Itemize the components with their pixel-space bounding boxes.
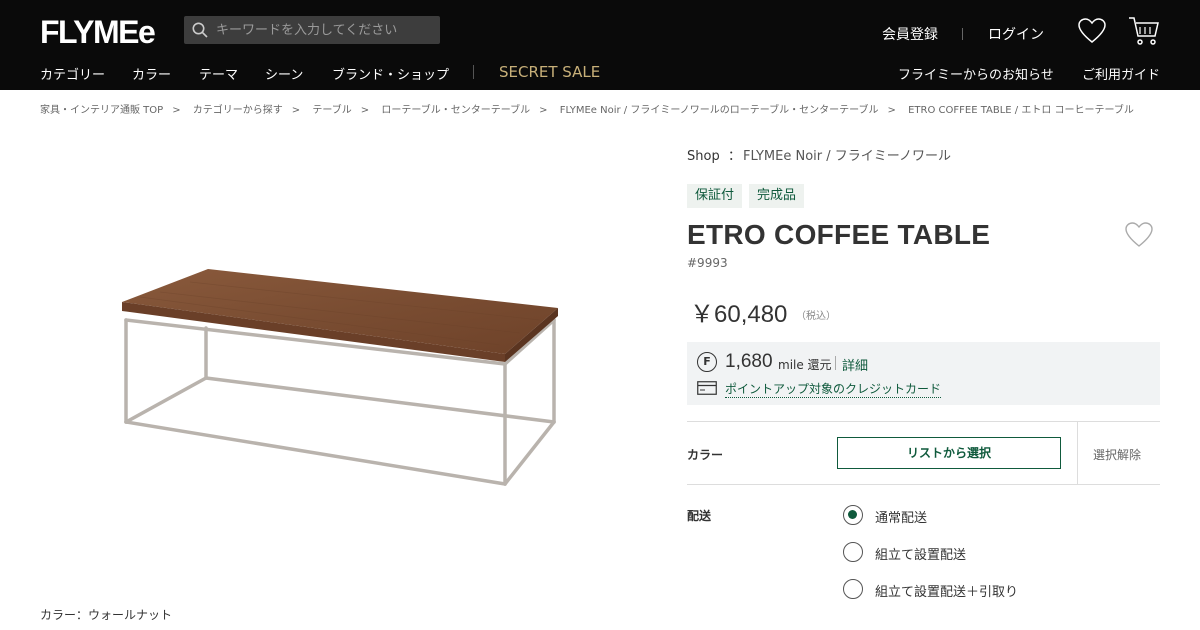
mile-amount: 1,680	[725, 351, 773, 372]
breadcrumb-chevron-icon: >	[172, 105, 181, 116]
product-price: ￥60,480	[690, 301, 788, 328]
guide-link[interactable]: ご利用ガイド	[1082, 64, 1160, 83]
product-image[interactable]	[100, 250, 580, 500]
nav-divider	[473, 65, 474, 79]
divider	[687, 421, 1160, 422]
shop-name-link[interactable]: FLYMEe Noir / フライミーノワール	[743, 145, 951, 164]
breadcrumb-item[interactable]: テーブル	[312, 105, 351, 116]
breadcrumb-current[interactable]: ETRO COFFEE TABLE / エトロ コーヒーテーブル	[908, 105, 1134, 116]
divider	[687, 484, 1160, 485]
breadcrumb-chevron-icon: >	[291, 105, 301, 116]
credit-card-link[interactable]: ポイントアップ対象のクレジットカード	[725, 380, 942, 398]
color-label: カラー	[687, 448, 724, 462]
mile-icon: F	[697, 352, 717, 372]
product-sku: #9993	[687, 256, 728, 270]
breadcrumb-item[interactable]: ローテーブル・センターテーブル	[381, 105, 530, 116]
favorite-heart-icon[interactable]	[1125, 222, 1153, 248]
search-icon[interactable]	[192, 22, 208, 38]
breadcrumb-chevron-icon: >	[887, 105, 896, 116]
breadcrumb-chevron-icon: >	[360, 105, 370, 116]
clear-selection-button[interactable]: 選択解除	[1093, 446, 1141, 463]
credit-card-icon	[697, 381, 717, 395]
delivery-option-label[interactable]: 組立て設置配送	[875, 544, 966, 563]
breadcrumb-item[interactable]: 家具・インテリア通販 TOP	[40, 105, 163, 116]
mile-unit: mile 還元	[778, 358, 832, 372]
search-input[interactable]	[216, 16, 436, 44]
delivery-label: 配送	[687, 509, 712, 523]
mile-divider	[835, 356, 836, 370]
site-logo[interactable]: FLYMEe	[40, 14, 156, 51]
header-divider	[962, 28, 963, 40]
shop-label: Shop ：	[687, 149, 741, 164]
assembled-tag: 完成品	[749, 184, 805, 208]
breadcrumb-item[interactable]: カテゴリーから探す	[193, 105, 283, 116]
mile-reward-box: F 1,680 mile 還元 詳細 ポイントアップ対象のクレジットカード	[687, 342, 1160, 405]
delivery-radio-assembly-pickup[interactable]	[843, 579, 863, 599]
delivery-radio-assembly[interactable]	[843, 542, 863, 562]
delivery-option-label[interactable]: 組立て設置配送＋引取り	[875, 581, 1018, 600]
vertical-divider	[1077, 422, 1078, 484]
breadcrumb: 家具・インテリア通販 TOP > カテゴリーから探す > テーブル > ローテーブル・…	[40, 101, 1134, 116]
nav-category[interactable]: カテゴリー	[40, 64, 105, 83]
select-color-button[interactable]: リストから選択	[837, 437, 1061, 469]
cart-icon[interactable]	[1128, 16, 1160, 46]
product-title: ETRO COFFEE TABLE	[687, 219, 991, 250]
delivery-option-label[interactable]: 通常配送	[875, 507, 927, 526]
register-link[interactable]: 会員登録	[882, 24, 938, 44]
color-caption: カラー：ウォールナット	[40, 608, 173, 622]
site-header: FLYMEe 会員登録 ログイン カテゴリー カラー テーマ シーン ブランド・…	[0, 0, 1200, 90]
mile-detail-link[interactable]: 詳細	[842, 355, 868, 374]
login-link[interactable]: ログイン	[988, 24, 1044, 44]
nav-scene[interactable]: シーン	[265, 64, 303, 83]
search-box[interactable]	[184, 16, 440, 44]
delivery-radio-standard[interactable]	[843, 505, 863, 525]
favorites-heart-icon[interactable]	[1078, 18, 1106, 44]
nav-secret-sale[interactable]: SECRET SALE	[499, 63, 600, 81]
tax-note: （税込）	[796, 311, 836, 322]
nav-theme[interactable]: テーマ	[199, 64, 238, 83]
breadcrumb-item[interactable]: FLYMEe Noir / フライミーノワールのローテーブル・センターテーブル	[560, 105, 879, 116]
news-link[interactable]: フライミーからのお知らせ	[898, 64, 1054, 83]
nav-brand-shop[interactable]: ブランド・ショップ	[332, 64, 449, 83]
warranty-tag: 保証付	[687, 184, 743, 208]
nav-color[interactable]: カラー	[132, 64, 171, 83]
breadcrumb-chevron-icon: >	[539, 105, 548, 116]
